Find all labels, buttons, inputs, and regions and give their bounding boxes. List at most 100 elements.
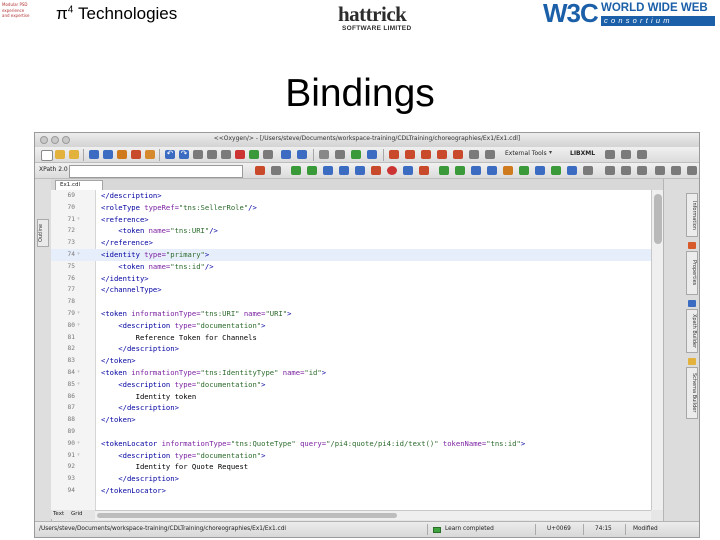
- fold-toggle-icon[interactable]: ▿: [77, 320, 80, 332]
- insert-element-icon[interactable]: [439, 166, 449, 175]
- mode-tab-grid[interactable]: Grid: [71, 511, 83, 517]
- grid-view-icon[interactable]: [335, 150, 345, 159]
- schema-builder-tab[interactable]: Schema Builder: [686, 367, 698, 419]
- code-line[interactable]: 83 </token>: [51, 355, 663, 367]
- chevron-down-icon[interactable]: ▾: [549, 149, 552, 156]
- code-line[interactable]: 85 ▿ <description type="documentation">: [51, 379, 663, 391]
- debug-icon[interactable]: [387, 166, 397, 175]
- code-line[interactable]: 88 </token>: [51, 414, 663, 426]
- redo-icon[interactable]: ↷: [179, 149, 189, 159]
- fold-toggle-icon[interactable]: ▿: [77, 450, 80, 462]
- configure-transform-icon[interactable]: [297, 150, 307, 159]
- code-line[interactable]: 89: [51, 426, 663, 438]
- apply-transform-icon[interactable]: [371, 166, 381, 175]
- code-line[interactable]: 92 Identity for Quote Request: [51, 461, 663, 473]
- code-line[interactable]: 86 Identity token: [51, 391, 663, 403]
- code-line[interactable]: 72 <token name="tns:URI"/>: [51, 225, 663, 237]
- code-line[interactable]: 79 ▿ <token informationType="tns:URI" name…: [51, 308, 663, 320]
- new-file-icon[interactable]: [41, 150, 53, 161]
- code-line[interactable]: 93 </description>: [51, 473, 663, 485]
- format-indent-icon[interactable]: [367, 150, 377, 159]
- fold-toggle-icon[interactable]: ▿: [77, 249, 80, 261]
- code-line[interactable]: 94 </tokenLocator>: [51, 485, 663, 497]
- help-icon[interactable]: [605, 166, 615, 175]
- document-tab-ex1[interactable]: Ex1.cdl: [55, 180, 103, 190]
- fold-toggle-icon[interactable]: ▿: [77, 308, 80, 320]
- code-line[interactable]: 69 </description>: [51, 190, 663, 202]
- code-line[interactable]: 76 </identity>: [51, 273, 663, 285]
- fold-toggle-icon[interactable]: ▿: [77, 379, 80, 391]
- print-icon[interactable]: [117, 150, 127, 159]
- associate-schema-icon[interactable]: [323, 166, 333, 175]
- scroll-thumb[interactable]: [97, 513, 397, 518]
- check-wellformed-icon[interactable]: [291, 166, 301, 175]
- code-line[interactable]: 70 <roleType typeRef="tns:SellerRole"/>: [51, 202, 663, 214]
- code-line[interactable]: 77 </channelType>: [51, 284, 663, 296]
- mode-tab-text[interactable]: Text: [53, 511, 64, 517]
- goto-icon[interactable]: [221, 150, 231, 159]
- fold-toggle-icon[interactable]: ▿: [77, 214, 80, 226]
- code-editor[interactable]: 69 </description> 70 <roleType typeRef="tns…: [51, 190, 663, 510]
- to-lower-icon[interactable]: [551, 166, 561, 175]
- comment-icon[interactable]: [471, 166, 481, 175]
- schema-icon[interactable]: [389, 150, 399, 159]
- join-icon[interactable]: [519, 166, 529, 175]
- xpath-options-icon[interactable]: [271, 166, 281, 175]
- svg-icon[interactable]: [469, 150, 479, 159]
- back-icon[interactable]: [235, 150, 245, 159]
- properties-tab[interactable]: Properties: [686, 251, 698, 295]
- stop-icon[interactable]: [419, 166, 429, 175]
- validation-scenario-icon[interactable]: [339, 166, 349, 175]
- code-line[interactable]: 90 ▿ <tokenLocator informationType="tns:Qu…: [51, 438, 663, 450]
- xpath-input[interactable]: [69, 165, 243, 178]
- settings-icon[interactable]: [637, 166, 647, 175]
- insert-attribute-icon[interactable]: [455, 166, 465, 175]
- libxml-selector[interactable]: LIBXML: [570, 150, 595, 157]
- tools-icon[interactable]: [485, 150, 495, 159]
- fo-icon[interactable]: [437, 150, 447, 159]
- validate-document-icon[interactable]: [307, 166, 317, 175]
- code-line[interactable]: 71 ▿ <reference>: [51, 214, 663, 226]
- code-line[interactable]: 74 ▿ <identity type="primary">: [51, 249, 663, 261]
- to-upper-icon[interactable]: [567, 166, 577, 175]
- transform-icon[interactable]: [281, 150, 291, 159]
- fold-toggle-icon[interactable]: ▿: [77, 438, 80, 450]
- code-line[interactable]: 84 ▿ <token informationType="tns:IdentityT…: [51, 367, 663, 379]
- perspective-1-icon[interactable]: [605, 150, 615, 159]
- profile-icon[interactable]: [403, 166, 413, 175]
- outline-tab[interactable]: Outline: [37, 219, 49, 247]
- code-line[interactable]: 78: [51, 296, 663, 308]
- perspective-2-icon[interactable]: [621, 150, 631, 159]
- save-all-icon[interactable]: [103, 150, 113, 159]
- external-tools-menu[interactable]: External Tools: [505, 150, 547, 157]
- open-url-icon[interactable]: [69, 150, 79, 159]
- forward-icon[interactable]: [249, 150, 259, 159]
- copy-icon[interactable]: [145, 150, 155, 159]
- view-icon[interactable]: [621, 166, 631, 175]
- scroll-thumb[interactable]: [654, 194, 662, 244]
- open-folder-icon[interactable]: [55, 150, 65, 159]
- wsdl-icon[interactable]: [453, 150, 463, 159]
- split-icon[interactable]: [535, 166, 545, 175]
- more-icon[interactable]: [687, 166, 697, 175]
- cut-icon[interactable]: [131, 150, 141, 159]
- uncomment-icon[interactable]: [487, 166, 497, 175]
- code-line[interactable]: 82 </description>: [51, 343, 663, 355]
- find-icon[interactable]: [193, 150, 203, 159]
- run-xpath-icon[interactable]: [255, 166, 265, 175]
- xpath-version-selector[interactable]: XPath 2.0: [39, 166, 68, 173]
- code-line[interactable]: 81 Reference Token for Channels: [51, 332, 663, 344]
- code-line[interactable]: 80 ▿ <description type="documentation">: [51, 320, 663, 332]
- nav-prev-icon[interactable]: [655, 166, 665, 175]
- code-line[interactable]: 73 </reference>: [51, 237, 663, 249]
- perspective-3-icon[interactable]: [637, 150, 647, 159]
- open-perspective-icon[interactable]: [263, 150, 273, 159]
- fold-toggle-icon[interactable]: ▿: [77, 367, 80, 379]
- information-tab[interactable]: Information: [686, 193, 698, 237]
- save-icon[interactable]: [89, 150, 99, 159]
- xpath-builder-tab[interactable]: Xpath Builder: [686, 309, 698, 353]
- code-line[interactable]: 91 ▿ <description type="documentation">: [51, 450, 663, 462]
- nav-next-icon[interactable]: [671, 166, 681, 175]
- tree-view-icon[interactable]: [319, 150, 329, 159]
- validate-icon[interactable]: [351, 150, 361, 159]
